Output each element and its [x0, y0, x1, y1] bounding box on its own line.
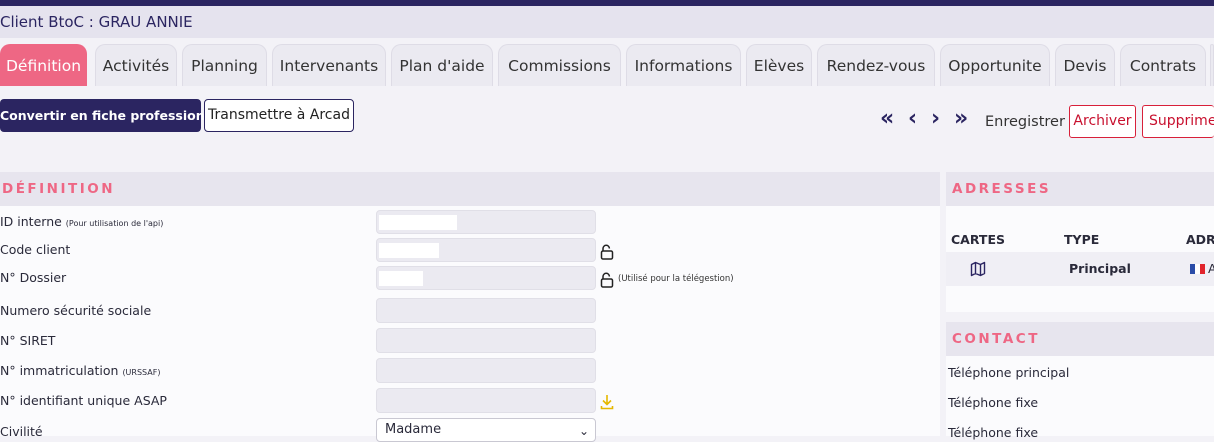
tab-activites[interactable]: Activités: [95, 44, 177, 86]
definition-panel: DÉFINITION ID interne (Pour utilisation …: [0, 172, 940, 442]
tab-informations[interactable]: Informations: [626, 44, 741, 86]
dossier-input[interactable]: [376, 266, 596, 290]
telephone-fixe-label: Téléphone fixe: [948, 425, 1039, 440]
securite-sociale-input[interactable]: [376, 298, 596, 323]
tab-bar: Définition Activités Planning Intervenan…: [0, 44, 1214, 86]
address-type: Principal: [1069, 261, 1131, 276]
tab-devis[interactable]: Devis: [1055, 44, 1115, 86]
code-client-input[interactable]: [376, 238, 596, 262]
telegestion-hint: (Utilisé pour la télégestion): [618, 274, 734, 284]
unlock-icon[interactable]: [600, 244, 614, 260]
immatriculation-input[interactable]: [376, 358, 596, 383]
civilite-select[interactable]: Madame ⌄: [376, 418, 596, 442]
unlock-icon[interactable]: [600, 272, 614, 288]
tab-commissions[interactable]: Commissions: [498, 44, 621, 86]
adresse-column-header: ADR: [1186, 232, 1214, 247]
tab-opportunite[interactable]: Opportunite: [940, 44, 1050, 86]
chevron-down-icon: ⌄: [578, 424, 589, 438]
type-column-header: TYPE: [1064, 232, 1100, 247]
id-interne-label: ID interne (Pour utilisation de l'api): [0, 214, 164, 229]
tab-plan-aide[interactable]: Plan d'aide: [391, 44, 493, 86]
tab-rendez-vous[interactable]: Rendez-vous: [817, 44, 935, 86]
definition-header: DÉFINITION: [0, 172, 940, 206]
immatriculation-label: N° immatriculation (URSSAF): [0, 363, 161, 378]
id-interne-input[interactable]: [376, 210, 596, 234]
tab-eleves[interactable]: Elèves: [746, 44, 812, 86]
addresses-header: ADRESSES: [946, 172, 1214, 206]
asap-label: N° identifiant unique ASAP: [0, 393, 167, 408]
convert-to-pro-button[interactable]: Convertir en fiche professionnel: [0, 99, 226, 132]
siret-label: N° SIRET: [0, 333, 56, 348]
table-row[interactable]: Principal A: [946, 252, 1214, 286]
download-icon[interactable]: [600, 394, 614, 410]
address-value: A: [1208, 261, 1214, 276]
telephone-principal-label: Téléphone principal: [948, 365, 1070, 380]
tab-intervenants[interactable]: Intervenants: [272, 44, 386, 86]
flag-france-icon: [1190, 264, 1205, 274]
save-button[interactable]: Enregistrer: [985, 114, 1065, 130]
tab-more[interactable]: [1210, 44, 1214, 86]
civilite-label: Civilité: [0, 424, 43, 439]
id-interne-note: (Pour utilisation de l'api): [65, 219, 164, 228]
page-title: Client BtoC : GRAU ANNIE: [0, 6, 1214, 38]
first-record-icon[interactable]: «: [880, 108, 894, 130]
transmit-arcad-button[interactable]: Transmettre à Arcad: [204, 99, 354, 132]
tab-definition[interactable]: Définition: [0, 44, 87, 86]
next-record-icon[interactable]: ›: [931, 108, 940, 130]
dossier-label: N° Dossier: [0, 270, 67, 285]
last-record-icon[interactable]: »: [954, 108, 968, 130]
securite-sociale-label: Numero sécurité sociale: [0, 303, 152, 318]
code-client-label: Code client: [0, 242, 71, 257]
contact-header: CONTACT: [946, 322, 1214, 356]
siret-input[interactable]: [376, 328, 596, 353]
previous-record-icon[interactable]: ‹: [908, 108, 917, 130]
cartes-column-header: CARTES: [951, 232, 1005, 247]
map-icon[interactable]: [970, 261, 986, 277]
tab-planning[interactable]: Planning: [182, 44, 267, 86]
archive-button[interactable]: Archiver: [1069, 105, 1136, 138]
delete-button[interactable]: Supprime: [1142, 105, 1214, 138]
telephone-fixe-label: Téléphone fixe: [948, 395, 1039, 410]
tab-contrats[interactable]: Contrats: [1120, 44, 1206, 86]
urssaf-note: (URSSAF): [122, 368, 161, 377]
asap-input[interactable]: [376, 388, 596, 413]
